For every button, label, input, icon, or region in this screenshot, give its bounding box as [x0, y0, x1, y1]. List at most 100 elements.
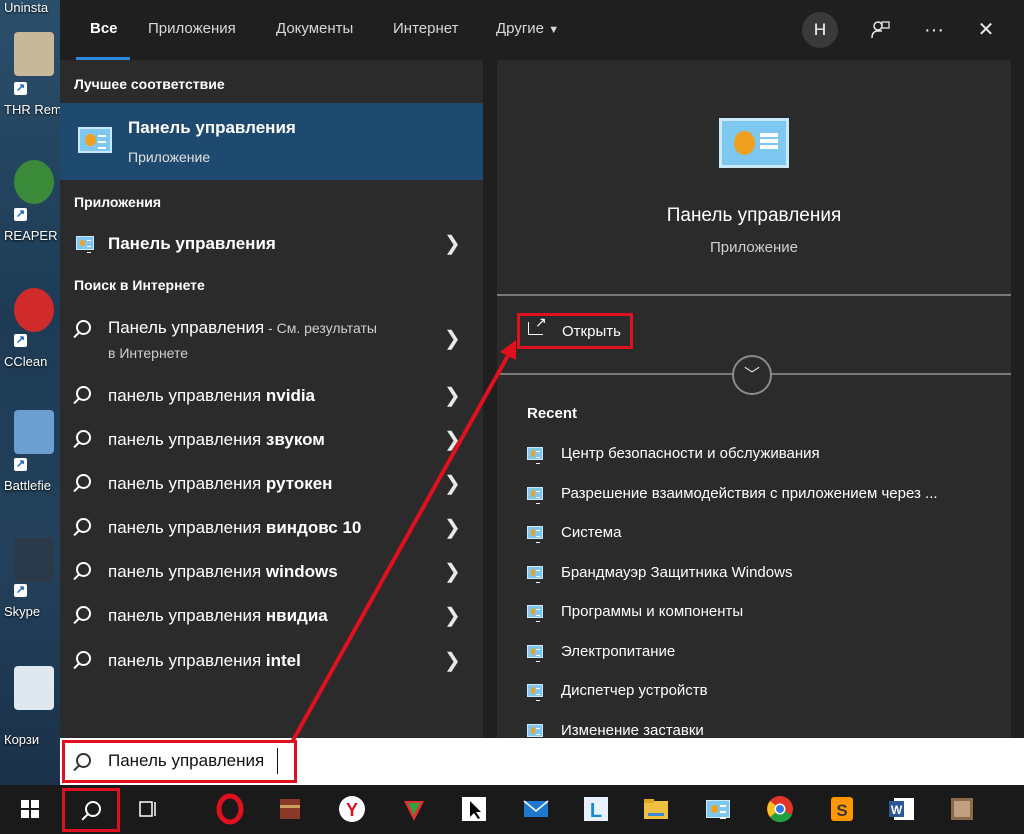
- best-match-subtitle: Приложение: [128, 149, 211, 165]
- section-header-web: Поиск в Интернете: [74, 277, 205, 293]
- list-item-web[interactable]: Панель управления - См. результаты в Инт…: [60, 308, 483, 370]
- open-button[interactable]: Открыть: [517, 313, 633, 349]
- tab-documents[interactable]: Документы: [276, 20, 353, 37]
- more-options-icon[interactable]: ···: [918, 14, 950, 46]
- best-match-item[interactable]: Панель управления Приложение: [60, 103, 483, 180]
- chrome-icon[interactable]: [762, 791, 798, 827]
- word-icon[interactable]: W: [884, 791, 920, 827]
- l-app-icon[interactable]: L: [578, 791, 614, 827]
- recent-item[interactable]: Система: [527, 522, 1007, 548]
- web-query-bold: intel: [265, 651, 301, 670]
- web-query-bold: звуком: [265, 430, 325, 449]
- web-query-bold: нвидиа: [265, 606, 328, 625]
- control-panel-icon: [78, 127, 112, 153]
- recent-item[interactable]: Электропитание: [527, 641, 1007, 667]
- vpn-icon[interactable]: [396, 791, 432, 827]
- list-item-web[interactable]: панель управления рутокен ❯: [60, 462, 483, 506]
- recent-item[interactable]: Брандмауэр Защитника Windows: [527, 562, 1007, 588]
- recent-item-label: Изменение заставки: [561, 722, 704, 738]
- web-query-prefix: панель управления: [108, 562, 266, 581]
- desktop-icon-thr[interactable]: ↗ THR Rem: [0, 30, 62, 120]
- preview-subtitle: Приложение: [710, 239, 798, 256]
- list-item-web[interactable]: панель управления windows ❯: [60, 550, 483, 594]
- shortcut-arrow-icon: ↗: [14, 208, 27, 221]
- tab-apps[interactable]: Приложения: [148, 20, 236, 37]
- desktop-icon-label: Uninsta: [4, 0, 49, 15]
- web-query-prefix: панель управления: [108, 606, 266, 625]
- desktop-icon-label: REAPER: [4, 228, 58, 243]
- desktop-icon-ccleaner[interactable]: ↗ CClean: [0, 286, 60, 376]
- desktop-icon-uninstall[interactable]: Uninsta: [0, 0, 60, 20]
- chevron-right-icon[interactable]: ❯: [444, 326, 461, 351]
- yamaha-thr-icon: [14, 32, 54, 76]
- mail-icon[interactable]: [518, 791, 554, 827]
- list-item-web[interactable]: панель управления звуком ❯: [60, 418, 483, 462]
- recent-item[interactable]: Программы и компоненты: [527, 601, 1007, 627]
- list-item-web[interactable]: панель управления nvidia ❯: [60, 374, 483, 418]
- file-explorer-icon[interactable]: [638, 791, 674, 827]
- desktop-icon-label: THR Rem: [4, 102, 62, 117]
- recent-item[interactable]: Разрешение взаимодействия с приложением …: [527, 483, 1007, 509]
- control-panel-icon: [76, 236, 94, 250]
- chevron-right-icon[interactable]: ❯: [444, 648, 461, 673]
- chevron-right-icon[interactable]: ❯: [444, 515, 461, 540]
- tab-other[interactable]: Другие ▼: [496, 20, 559, 37]
- yandex-browser-icon[interactable]: Y: [334, 791, 370, 827]
- chevron-right-icon[interactable]: ❯: [444, 603, 461, 628]
- annotation-highlight-search: [62, 740, 297, 783]
- avatar[interactable]: Н: [802, 12, 838, 48]
- chevron-right-icon[interactable]: ❯: [444, 231, 461, 256]
- windows-start-icon[interactable]: [12, 791, 48, 827]
- tab-all[interactable]: Все: [90, 20, 118, 37]
- list-item-app[interactable]: Панель управления ❯: [60, 222, 483, 266]
- search-icon: [76, 473, 96, 493]
- recycle-bin-icon: [14, 666, 54, 710]
- preview-title: Панель управления: [666, 205, 842, 226]
- archive-icon[interactable]: [272, 791, 308, 827]
- desktop-icon-skype[interactable]: ↗ Skype: [0, 536, 60, 626]
- control-panel-icon: [527, 487, 543, 500]
- list-item-web[interactable]: панель управления нвидиа ❯: [60, 594, 483, 638]
- control-panel-icon: [527, 684, 543, 697]
- chevron-right-icon[interactable]: ❯: [444, 559, 461, 584]
- desktop-wallpaper: Uninsta ↗ THR Rem ↗ REAPER ↗ CClean ↗ Ba…: [0, 0, 62, 785]
- recent-item[interactable]: Центр безопасности и обслуживания: [527, 443, 1007, 469]
- chevron-right-icon[interactable]: ❯: [444, 471, 461, 496]
- svg-text:L: L: [590, 800, 602, 822]
- chevron-right-icon[interactable]: ❯: [444, 427, 461, 452]
- tab-internet[interactable]: Интернет: [393, 20, 458, 37]
- search-icon: [85, 801, 101, 817]
- search-icon: [76, 429, 96, 449]
- feedback-icon[interactable]: [864, 14, 896, 46]
- desktop-icon-reaper[interactable]: ↗ REAPER: [0, 158, 60, 248]
- control-panel-icon[interactable]: [700, 791, 736, 827]
- recent-item-label: Брандмауэр Защитника Windows: [561, 564, 793, 581]
- taskbar-search-button[interactable]: [62, 788, 120, 832]
- desktop-icon-recycle-bin[interactable]: Корзи: [0, 664, 60, 754]
- desktop-icon-label: CClean: [4, 354, 48, 369]
- shortcut-arrow-icon: ↗: [14, 82, 27, 95]
- open-external-icon: [528, 314, 547, 335]
- chevron-right-icon[interactable]: ❯: [444, 383, 461, 408]
- web-query-bold: рутокен: [265, 474, 333, 493]
- recent-item[interactable]: Изменение заставки: [527, 720, 1007, 738]
- shortcut-arrow-icon: ↗: [14, 334, 27, 347]
- sublime-text-icon[interactable]: S: [824, 791, 860, 827]
- task-view-icon[interactable]: [130, 791, 166, 827]
- recent-item[interactable]: Диспетчер устройств: [527, 680, 1007, 706]
- recent-header: Recent: [527, 405, 578, 422]
- list-item-web[interactable]: панель управления виндовс 10 ❯: [60, 506, 483, 550]
- open-button-label: Открыть: [562, 323, 621, 340]
- opera-icon[interactable]: [212, 791, 248, 827]
- control-panel-icon: [527, 566, 543, 579]
- desktop-icon-battlefield[interactable]: ↗ Battlefie: [0, 408, 60, 498]
- close-icon[interactable]: ✕: [970, 14, 1002, 46]
- cursor-app-icon[interactable]: [456, 791, 492, 827]
- reaper-icon: [14, 160, 54, 204]
- desktop-icon-label: Skype: [4, 604, 41, 619]
- best-match-title: Панель управления: [128, 118, 296, 137]
- recent-item-label: Система: [561, 524, 622, 541]
- photo-app-icon[interactable]: [944, 791, 980, 827]
- list-item-web[interactable]: панель управления intel ❯: [60, 639, 483, 683]
- expand-button[interactable]: ﹀: [732, 355, 772, 395]
